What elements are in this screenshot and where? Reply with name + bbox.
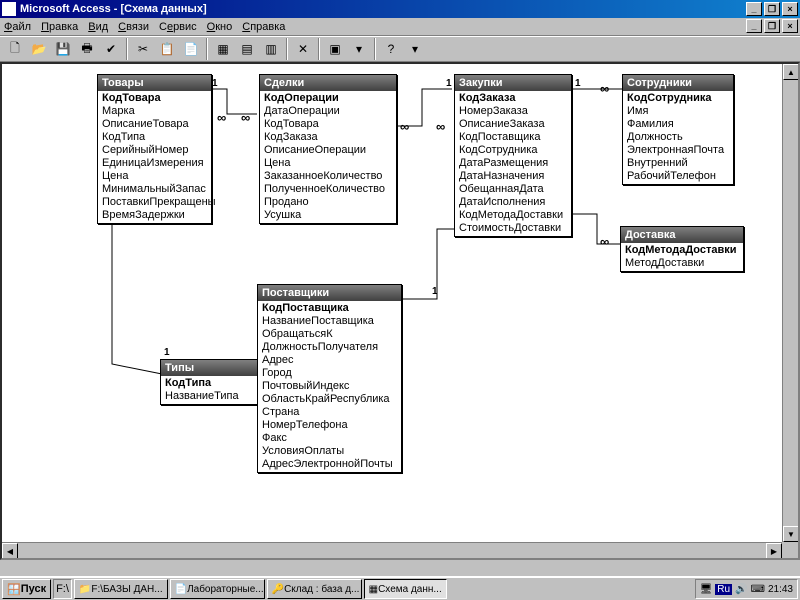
table-sdelki[interactable]: Сделки КодОперации ДатаОперации КодТовар… [259, 74, 397, 224]
cut-icon[interactable]: ✂ [132, 38, 154, 60]
cardinality-many: ∞ [217, 110, 224, 125]
start-button[interactable]: 🪟Пуск [2, 579, 51, 599]
taskbar: 🪟Пуск F:\ 📁F:\БАЗЫ ДАН... 📄Лабораторные.… [0, 576, 800, 600]
table-dostavka[interactable]: Доставка КодМетодаДоставки МетодДоставки [620, 226, 744, 272]
task-button[interactable]: 📄Лабораторные... [170, 579, 265, 599]
scroll-up-icon[interactable]: ▲ [783, 64, 799, 80]
tray-icon[interactable]: 🔊 [735, 584, 747, 595]
menu-service[interactable]: Сервис [159, 21, 197, 33]
cardinality-many: ∞ [241, 110, 248, 125]
save-icon[interactable]: 💾 [52, 38, 74, 60]
app-icon [2, 2, 16, 16]
new-obj-icon[interactable]: ▾ [348, 38, 370, 60]
delete-icon[interactable]: ✕ [292, 38, 314, 60]
clock: 21:43 [768, 584, 793, 595]
quicklaunch[interactable]: F:\ [53, 579, 72, 599]
cardinality-one: 1 [212, 78, 218, 89]
minimize-button[interactable]: _ [746, 2, 762, 16]
db-window-icon[interactable]: ▣ [324, 38, 346, 60]
scroll-left-icon[interactable]: ◀ [2, 543, 18, 559]
tray-icon[interactable]: 🖥 [700, 584, 713, 595]
task-button[interactable]: 🔑Склад : база д... [267, 579, 362, 599]
spellcheck-icon[interactable]: ✔ [100, 38, 122, 60]
menu-edit[interactable]: Правка [41, 21, 78, 33]
cardinality-one: 1 [446, 78, 452, 89]
cardinality-many: ∞ [400, 119, 407, 134]
table-tipy[interactable]: Типы КодТипа НазваниеТипа [160, 359, 260, 405]
scroll-right-icon[interactable]: ▶ [766, 543, 782, 559]
cardinality-one: 1 [575, 78, 581, 89]
relationships-canvas[interactable]: Товары КодТовара Марка ОписаниеТовара Ко… [0, 62, 800, 560]
menu-window[interactable]: Окно [207, 21, 233, 33]
close-button[interactable]: × [782, 2, 798, 16]
table-tovary[interactable]: Товары КодТовара Марка ОписаниеТовара Ко… [97, 74, 212, 224]
task-button[interactable]: 📁F:\БАЗЫ ДАН... [74, 579, 168, 599]
new-icon[interactable]: 🗋 [4, 38, 26, 60]
menubar: Файл Правка Вид Связи Сервис Окно Справк… [0, 18, 800, 36]
menu-help[interactable]: Справка [242, 21, 285, 33]
mdi-minimize-button[interactable]: _ [746, 19, 762, 33]
help-icon[interactable]: ? [380, 38, 402, 60]
menu-relations[interactable]: Связи [118, 21, 149, 33]
table-zakupki[interactable]: Закупки КодЗаказа НомерЗаказа ОписаниеЗа… [454, 74, 572, 237]
scroll-corner [782, 542, 798, 558]
show-table-icon[interactable]: ▦ [212, 38, 234, 60]
titlebar: Microsoft Access - [Схема данных] _ ❐ × [0, 0, 800, 18]
print-icon[interactable]: 🖶 [76, 38, 98, 60]
cardinality-many: ∞ [600, 81, 607, 96]
dropdown-icon[interactable]: ▾ [404, 38, 426, 60]
system-tray[interactable]: 🖥 Ru 🔊 ⌨ 21:43 [695, 579, 798, 599]
scrollbar-horizontal[interactable]: ◀ ▶ [2, 542, 782, 558]
paste-icon[interactable]: 📄 [180, 38, 202, 60]
scrollbar-vertical[interactable]: ▲ ▼ [782, 64, 798, 542]
scroll-down-icon[interactable]: ▼ [783, 526, 799, 542]
toolbar: 🗋 📂 💾 🖶 ✔ ✂ 📋 📄 ▦ ▤ ▥ ✕ ▣ ▾ ? ▾ [0, 36, 800, 62]
show-direct-icon[interactable]: ▤ [236, 38, 258, 60]
task-button-active[interactable]: ▦Схема данн... [364, 579, 447, 599]
cardinality-many: ∞ [436, 119, 443, 134]
field-pk[interactable]: КодТовара [98, 92, 211, 105]
tray-icon[interactable]: ⌨ [751, 584, 765, 595]
menu-file[interactable]: Файл [4, 21, 31, 33]
copy-icon[interactable]: 📋 [156, 38, 178, 60]
table-header[interactable]: Товары [98, 75, 211, 91]
table-postavshiki[interactable]: Поставщики КодПоставщика НазваниеПоставщ… [257, 284, 402, 473]
menu-view[interactable]: Вид [88, 21, 108, 33]
cardinality-one: 1 [432, 286, 438, 297]
show-all-icon[interactable]: ▥ [260, 38, 282, 60]
window-title: Microsoft Access - [Схема данных] [20, 3, 207, 15]
cardinality-one: 1 [164, 347, 170, 358]
mdi-restore-button[interactable]: ❐ [764, 19, 780, 33]
cardinality-many: ∞ [600, 234, 607, 249]
lang-indicator[interactable]: Ru [715, 584, 732, 595]
mdi-close-button[interactable]: × [782, 19, 798, 33]
table-sotrudniki[interactable]: Сотрудники КодСотрудника Имя Фамилия Дол… [622, 74, 734, 185]
maximize-button[interactable]: ❐ [764, 2, 780, 16]
open-icon[interactable]: 📂 [28, 38, 50, 60]
